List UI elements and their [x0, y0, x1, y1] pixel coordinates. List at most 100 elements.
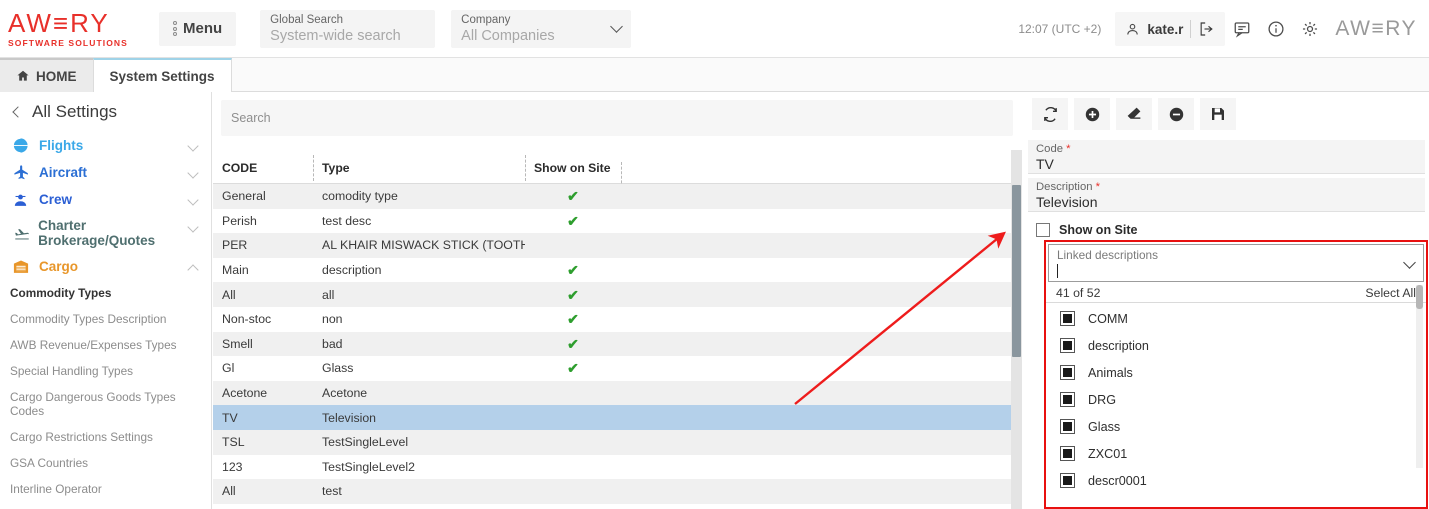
- list-item[interactable]: Animals: [1046, 359, 1426, 386]
- brand-logo[interactable]: AW≡RY SOFTWARE SOLUTIONS: [8, 9, 133, 48]
- list-item-label: Glass: [1088, 420, 1120, 434]
- check-icon: ✔: [567, 288, 579, 302]
- list-item-label: description: [1088, 339, 1149, 353]
- sidebar-item-special-handling-types[interactable]: Special Handling Types: [0, 358, 211, 384]
- show-on-site-checkbox[interactable]: Show on Site: [1036, 223, 1425, 237]
- cell-type: bad: [313, 337, 525, 351]
- table-row[interactable]: Perishtest desc✔: [213, 209, 1021, 234]
- info-icon[interactable]: [1259, 12, 1293, 46]
- grid-column-type[interactable]: Type: [313, 161, 525, 175]
- menu-button[interactable]: Menu: [159, 12, 236, 46]
- sidebar-item-interline-operator[interactable]: Interline Operator: [0, 476, 211, 502]
- option-list-scrollbar[interactable]: [1416, 285, 1423, 468]
- clock-label: 12:07 (UTC +2): [1018, 22, 1101, 36]
- sidebar-item-cargo-dangerous-goods-types-codes[interactable]: Cargo Dangerous Goods Types Codes: [0, 384, 211, 424]
- table-row[interactable]: PERAL KHAIR MISWACK STICK (TOOTHP...: [213, 233, 1021, 258]
- refresh-icon[interactable]: [1032, 98, 1068, 130]
- chevron-down-icon: [187, 167, 198, 178]
- linked-descriptions-value: [1057, 263, 1415, 280]
- table-row[interactable]: Smellbad✔: [213, 332, 1021, 357]
- list-item[interactable]: description: [1046, 332, 1426, 359]
- sidebar-group-charter-brokerage[interactable]: Charter Brokerage/Quotes: [0, 213, 211, 253]
- required-marker: *: [1063, 143, 1071, 155]
- list-item[interactable]: descr0001: [1046, 467, 1426, 490]
- select-all-link[interactable]: Select All: [1365, 286, 1416, 300]
- sidebar-group-flights[interactable]: Flights: [0, 132, 211, 159]
- checkbox-icon[interactable]: [1060, 311, 1075, 326]
- sidebar-group-cargo[interactable]: Cargo: [0, 253, 211, 280]
- code-field[interactable]: Code * TV: [1028, 140, 1425, 174]
- table-row[interactable]: Non-stocnon✔: [213, 307, 1021, 332]
- gear-icon[interactable]: [1293, 12, 1327, 46]
- grid-column-show-on-site[interactable]: Show on Site: [525, 161, 621, 175]
- sidebar-item-operator-cargo-restrictions[interactable]: Operator Cargo Restrictions: [0, 502, 211, 509]
- cell-code: Gl: [213, 361, 313, 375]
- table-row[interactable]: AcetoneAcetone: [213, 381, 1021, 406]
- global-search-input[interactable]: Global Search System-wide search: [260, 10, 435, 48]
- menu-dots-icon: [173, 21, 177, 36]
- table-row[interactable]: Maindescription✔: [213, 258, 1021, 283]
- checkbox-icon[interactable]: [1060, 338, 1075, 353]
- sidebar-item-awb-revenue-expenses-types[interactable]: AWB Revenue/Expenses Types: [0, 332, 211, 358]
- tab-system-settings[interactable]: System Settings: [93, 58, 232, 92]
- list-item[interactable]: Glass: [1046, 413, 1426, 440]
- user-chip[interactable]: kate.r: [1115, 12, 1225, 46]
- table-row[interactable]: 123TestSingleLevel2: [213, 455, 1021, 480]
- cell-code: PER: [213, 238, 313, 252]
- checkbox-icon[interactable]: [1060, 446, 1075, 461]
- detail-form-panel: Code * TV Description * Television Show …: [1024, 92, 1429, 509]
- description-field[interactable]: Description * Television: [1028, 178, 1425, 212]
- cell-type: TestSingleLevel2: [313, 460, 525, 474]
- logout-icon[interactable]: [1198, 21, 1215, 37]
- company-select[interactable]: Company All Companies: [451, 10, 631, 48]
- code-field-value: TV: [1036, 156, 1417, 173]
- code-field-label: Code *: [1036, 142, 1417, 156]
- delete-icon[interactable]: [1158, 98, 1194, 130]
- option-list-scrollbar-thumb[interactable]: [1416, 285, 1423, 309]
- checkbox-icon[interactable]: [1060, 473, 1075, 488]
- eraser-icon[interactable]: [1116, 98, 1152, 130]
- takeoff-icon: [12, 225, 35, 242]
- add-icon[interactable]: [1074, 98, 1110, 130]
- sidebar-item-commodity-types-description[interactable]: Commodity Types Description: [0, 306, 211, 332]
- cell-code: All: [213, 484, 313, 498]
- list-item[interactable]: DRG: [1046, 386, 1426, 413]
- table-row[interactable]: TVTelevision: [213, 405, 1021, 430]
- sidebar-item-gsa-countries[interactable]: GSA Countries: [0, 450, 211, 476]
- table-row[interactable]: Generalcomodity type✔: [213, 184, 1021, 209]
- sidebar-group-aircraft[interactable]: Aircraft: [0, 159, 211, 186]
- tab-home[interactable]: HOME: [0, 58, 93, 92]
- list-item-label: COMM: [1088, 312, 1128, 326]
- save-icon[interactable]: [1200, 98, 1236, 130]
- grid-search-input[interactable]: [221, 100, 1013, 136]
- cell-code: Perish: [213, 214, 313, 228]
- cell-type: AL KHAIR MISWACK STICK (TOOTHP...: [313, 238, 525, 252]
- table-row[interactable]: TSLTestSingleLevel: [213, 430, 1021, 455]
- list-item-label: ZXC01: [1088, 447, 1127, 461]
- checkbox-icon[interactable]: [1060, 419, 1075, 434]
- table-row[interactable]: GlGlass✔: [213, 356, 1021, 381]
- grid-scrollbar-thumb[interactable]: [1012, 185, 1021, 357]
- divider: [1190, 20, 1191, 38]
- checkbox-icon[interactable]: [1060, 365, 1075, 380]
- cell-type: TestSingleLevel: [313, 435, 525, 449]
- table-row[interactable]: Allall✔: [213, 282, 1021, 307]
- list-item[interactable]: COMM: [1046, 305, 1426, 332]
- commodity-types-grid-panel: CODE Type Show on Site Generalcomodity t…: [213, 92, 1021, 509]
- table-row[interactable]: Alltest: [213, 479, 1021, 504]
- show-on-site-label: Show on Site: [1059, 223, 1137, 237]
- checkbox-icon[interactable]: [1060, 392, 1075, 407]
- chevron-down-icon: [187, 140, 198, 151]
- back-to-all-settings[interactable]: All Settings: [0, 92, 211, 132]
- linked-descriptions-label: Linked descriptions: [1057, 248, 1415, 263]
- cell-code: Smell: [213, 337, 313, 351]
- check-icon: ✔: [567, 312, 579, 326]
- grid-column-code[interactable]: CODE: [213, 161, 313, 175]
- sidebar-group-crew[interactable]: Crew: [0, 186, 211, 213]
- list-item[interactable]: ZXC01: [1046, 440, 1426, 467]
- linked-descriptions-input[interactable]: Linked descriptions: [1048, 244, 1424, 282]
- chat-icon[interactable]: [1225, 12, 1259, 46]
- sidebar-item-cargo-restrictions-settings[interactable]: Cargo Restrictions Settings: [0, 424, 211, 450]
- sidebar-item-commodity-types[interactable]: Commodity Types: [0, 280, 211, 306]
- grid-vertical-scrollbar[interactable]: [1011, 150, 1022, 509]
